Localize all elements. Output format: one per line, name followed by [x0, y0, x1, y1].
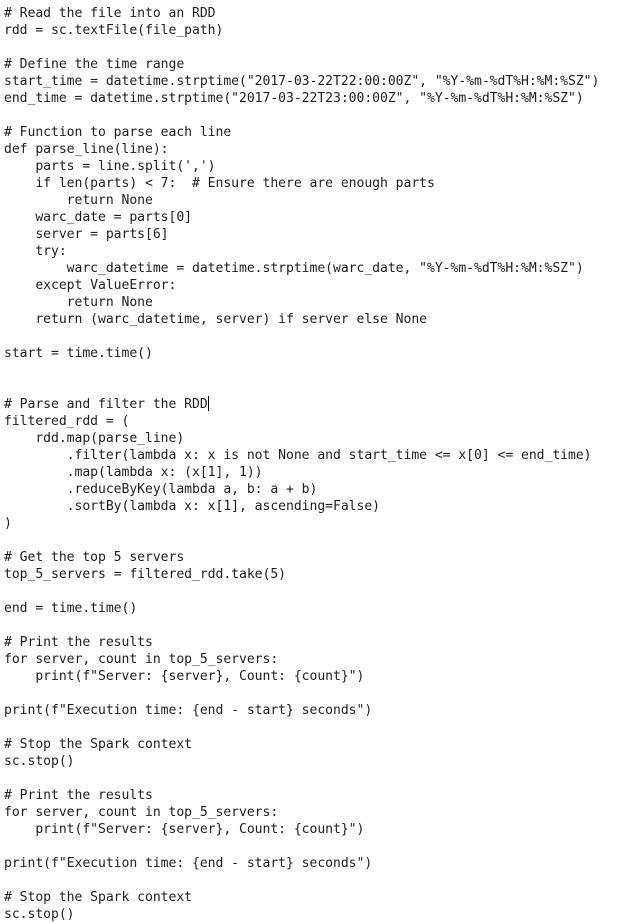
code-text: sc.stop() — [4, 754, 75, 769]
code-text: warc_date = parts[0] — [4, 210, 192, 225]
code-line-blank[interactable] — [4, 719, 632, 736]
code-text: return (warc_datetime, server) if server… — [4, 312, 427, 327]
code-line[interactable]: for server, count in top_5_servers: — [4, 804, 632, 821]
code-line[interactable]: print(f"Execution time: {end - start} se… — [4, 702, 632, 719]
code-line[interactable]: end = time.time() — [4, 600, 632, 617]
code-text: print(f"Execution time: {end - start} se… — [4, 856, 373, 871]
code-line[interactable]: .reduceByKey(lambda a, b: a + b) — [4, 481, 632, 498]
code-line-blank[interactable] — [4, 770, 632, 787]
code-text: .reduceByKey(lambda a, b: a + b) — [4, 482, 318, 497]
code-text: ) — [4, 516, 12, 531]
code-line[interactable]: # Parse and filter the RDD — [4, 396, 632, 413]
code-text: return None — [4, 295, 153, 310]
code-text: if len(parts) < 7: # Ensure there are en… — [4, 176, 435, 191]
code-line-blank[interactable] — [4, 583, 632, 600]
code-editor[interactable]: # Read the file into an RDD rdd = sc.text… — [4, 5, 632, 923]
code-line[interactable]: start = time.time() — [4, 345, 632, 362]
code-line-blank[interactable] — [4, 379, 632, 396]
code-text: filtered_rdd = ( — [4, 414, 130, 429]
code-line[interactable]: top_5_servers = filtered_rdd.take(5) — [4, 566, 632, 583]
code-line[interactable]: warc_datetime = datetime.strptime(warc_d… — [4, 260, 632, 277]
code-text: for server, count in top_5_servers: — [4, 805, 279, 820]
code-line[interactable]: return (warc_datetime, server) if server… — [4, 311, 632, 328]
code-text: parts = line.split(',') — [4, 159, 216, 174]
code-text: # Stop the Spark context — [4, 890, 192, 905]
code-text: print(f"Execution time: {end - start} se… — [4, 703, 373, 718]
code-line[interactable]: return None — [4, 294, 632, 311]
code-line[interactable]: rdd = sc.textFile(file_path) — [4, 22, 632, 39]
code-text: start_time = datetime.strptime("2017-03-… — [4, 74, 600, 89]
code-text: print(f"Server: {server}, Count: {count}… — [4, 669, 365, 684]
code-text: start = time.time() — [4, 346, 153, 361]
code-text: # Get the top 5 servers — [4, 550, 185, 565]
code-line[interactable]: server = parts[6] — [4, 226, 632, 243]
text-cursor — [207, 396, 209, 411]
code-line-blank[interactable] — [4, 39, 632, 56]
code-text: # Print the results — [4, 788, 153, 803]
code-line[interactable]: .sortBy(lambda x: x[1], ascending=False) — [4, 498, 632, 515]
code-line[interactable]: if len(parts) < 7: # Ensure there are en… — [4, 175, 632, 192]
code-line[interactable]: return None — [4, 192, 632, 209]
code-line-blank[interactable] — [4, 532, 632, 549]
code-line[interactable]: # Get the top 5 servers — [4, 549, 632, 566]
code-text: top_5_servers = filtered_rdd.take(5) — [4, 567, 286, 582]
code-line[interactable]: # Stop the Spark context — [4, 889, 632, 906]
code-line-blank[interactable] — [4, 872, 632, 889]
code-line[interactable]: print(f"Server: {server}, Count: {count}… — [4, 821, 632, 838]
code-line-blank[interactable] — [4, 328, 632, 345]
code-line[interactable]: for server, count in top_5_servers: — [4, 651, 632, 668]
code-line[interactable]: .map(lambda x: (x[1], 1)) — [4, 464, 632, 481]
code-text: # Read the file into an RDD — [4, 6, 216, 21]
code-line[interactable]: print(f"Server: {server}, Count: {count}… — [4, 668, 632, 685]
code-line[interactable]: end_time = datetime.strptime("2017-03-22… — [4, 90, 632, 107]
code-line[interactable]: # Print the results — [4, 787, 632, 804]
code-line[interactable]: # Print the results — [4, 634, 632, 651]
code-text: end_time = datetime.strptime("2017-03-22… — [4, 91, 584, 106]
code-line[interactable]: # Define the time range — [4, 56, 632, 73]
code-line-blank[interactable] — [4, 838, 632, 855]
code-line-blank[interactable] — [4, 362, 632, 379]
code-text: # Define the time range — [4, 57, 185, 72]
code-text: end = time.time() — [4, 601, 138, 616]
code-line[interactable]: parts = line.split(',') — [4, 158, 632, 175]
code-line[interactable]: .filter(lambda x: x is not None and star… — [4, 447, 632, 464]
code-text: rdd.map(parse_line) — [4, 431, 185, 446]
code-line[interactable]: try: — [4, 243, 632, 260]
code-line-blank[interactable] — [4, 685, 632, 702]
code-line[interactable]: # Stop the Spark context — [4, 736, 632, 753]
code-line[interactable]: filtered_rdd = ( — [4, 413, 632, 430]
code-text: # Function to parse each line — [4, 125, 232, 140]
code-text: sc.stop() — [4, 907, 75, 922]
code-line[interactable]: start_time = datetime.strptime("2017-03-… — [4, 73, 632, 90]
code-line-blank[interactable] — [4, 617, 632, 634]
code-text: def parse_line(line): — [4, 142, 169, 157]
code-line[interactable]: # Function to parse each line — [4, 124, 632, 141]
code-text: .filter(lambda x: x is not None and star… — [4, 448, 592, 463]
code-text: except ValueError: — [4, 278, 177, 293]
code-line[interactable]: # Read the file into an RDD — [4, 5, 632, 22]
code-text: # Stop the Spark context — [4, 737, 192, 752]
code-line[interactable]: rdd.map(parse_line) — [4, 430, 632, 447]
code-text: # Parse and filter the RDD — [4, 397, 208, 412]
code-text: for server, count in top_5_servers: — [4, 652, 279, 667]
code-text: rdd = sc.textFile(file_path) — [4, 23, 224, 38]
code-line[interactable]: warc_date = parts[0] — [4, 209, 632, 226]
code-text: .sortBy(lambda x: x[1], ascending=False) — [4, 499, 380, 514]
code-text: try: — [4, 244, 67, 259]
code-line[interactable]: except ValueError: — [4, 277, 632, 294]
code-line[interactable]: sc.stop() — [4, 906, 632, 923]
code-line[interactable]: def parse_line(line): — [4, 141, 632, 158]
code-text: server = parts[6] — [4, 227, 169, 242]
code-line-blank[interactable] — [4, 107, 632, 124]
code-text: warc_datetime = datetime.strptime(warc_d… — [4, 261, 584, 276]
code-text: .map(lambda x: (x[1], 1)) — [4, 465, 263, 480]
code-line[interactable]: ) — [4, 515, 632, 532]
code-text: # Print the results — [4, 635, 153, 650]
code-text: print(f"Server: {server}, Count: {count}… — [4, 822, 365, 837]
code-line[interactable]: print(f"Execution time: {end - start} se… — [4, 855, 632, 872]
code-line[interactable]: sc.stop() — [4, 753, 632, 770]
code-text: return None — [4, 193, 153, 208]
